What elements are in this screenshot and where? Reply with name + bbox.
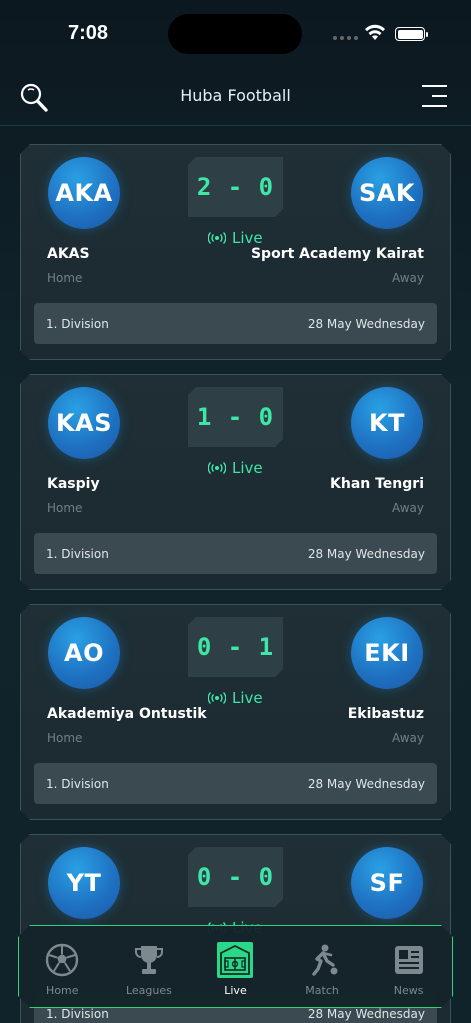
bottom-tab-bar: Home Leagues Live Match News xyxy=(18,925,453,1008)
match-date: 28 May Wednesday xyxy=(307,1006,425,1021)
home-team-name: Kaspiy xyxy=(47,476,100,492)
match-card[interactable]: AKA 2 - 0 SAK Live AKAS Sport Academy Ka… xyxy=(20,144,451,360)
match-card[interactable]: KAS 1 - 0 KT Live Kaspiy Khan Tengri Hom… xyxy=(20,374,451,590)
away-team-badge: SF xyxy=(351,847,423,919)
match-card[interactable]: AO 0 - 1 EKI Live Akademiya Ontustik Eki… xyxy=(20,604,451,820)
home-team-badge: AKA xyxy=(48,157,120,229)
soccer-ball-icon xyxy=(44,942,80,978)
home-team-role: Home xyxy=(47,271,83,285)
tab-leagues-label: Leagues xyxy=(125,984,172,997)
match-date: 28 May Wednesday xyxy=(307,316,425,331)
tab-news-label: News xyxy=(393,984,424,997)
away-team-name: Sport Academy Kairat xyxy=(250,246,424,262)
away-team-abbr: SAK xyxy=(359,179,415,207)
home-team-abbr: AKA xyxy=(55,179,113,207)
away-team-abbr: KT xyxy=(369,409,405,437)
menu-icon[interactable] xyxy=(418,82,448,110)
tab-live-label: Live xyxy=(224,984,247,997)
away-team-badge: SAK xyxy=(351,157,423,229)
division-label: 1. Division xyxy=(46,316,109,331)
live-broadcast-icon xyxy=(208,692,226,704)
tab-live[interactable]: Live xyxy=(195,942,275,997)
live-label: Live xyxy=(232,459,263,477)
player-kick-icon xyxy=(304,942,340,978)
tab-match-label: Match xyxy=(305,984,339,997)
trophy-icon xyxy=(131,942,167,978)
home-team-badge: YT xyxy=(48,847,120,919)
tab-match[interactable]: Match xyxy=(282,942,362,997)
home-team-name: Akademiya Ontustik xyxy=(47,706,207,722)
away-team-name: Khan Tengri xyxy=(330,476,424,492)
status-time: 7:08 xyxy=(68,22,109,44)
away-team-badge: KT xyxy=(351,387,423,459)
dynamic-island xyxy=(168,14,302,54)
tab-home-label: Home xyxy=(46,984,79,997)
away-team-role: Away xyxy=(392,271,424,285)
live-label: Live xyxy=(232,229,263,247)
tab-leagues[interactable]: Leagues xyxy=(109,942,189,997)
app-title: Huba Football xyxy=(180,86,291,105)
wifi-icon xyxy=(365,24,385,40)
home-team-badge: AO xyxy=(48,617,120,689)
home-team-name: AKAS xyxy=(47,246,90,262)
match-info-strip: 1. Division 28 May Wednesday xyxy=(34,303,437,344)
score-box: 1 - 0 xyxy=(188,387,283,447)
live-broadcast-icon xyxy=(208,232,226,244)
match-date: 28 May Wednesday xyxy=(307,776,425,791)
live-broadcast-icon xyxy=(208,462,226,474)
tab-home[interactable]: Home xyxy=(22,942,102,997)
score-box: 0 - 0 xyxy=(188,847,283,907)
away-team-badge: EKI xyxy=(351,617,423,689)
score-box: 2 - 0 xyxy=(188,157,283,217)
away-team-abbr: SF xyxy=(369,869,405,897)
app-header: Huba Football xyxy=(0,70,471,126)
home-team-badge: KAS xyxy=(48,387,120,459)
pitch-icon xyxy=(217,942,253,978)
home-team-role: Home xyxy=(47,501,83,515)
match-score: 0 - 0 xyxy=(196,863,275,891)
battery-icon xyxy=(395,27,428,41)
match-info-strip: 1. Division 28 May Wednesday xyxy=(34,533,437,574)
division-label: 1. Division xyxy=(46,1006,109,1021)
away-team-role: Away xyxy=(392,731,424,745)
away-team-name: Ekibastuz xyxy=(347,706,424,722)
live-indicator: Live xyxy=(208,689,263,707)
score-box: 0 - 1 xyxy=(188,617,283,677)
live-indicator: Live xyxy=(208,459,263,477)
home-team-abbr: KAS xyxy=(56,409,112,437)
match-info-strip: 1. Division 28 May Wednesday xyxy=(34,763,437,804)
division-label: 1. Division xyxy=(46,776,109,791)
status-bar: 7:08 xyxy=(0,0,471,70)
home-team-abbr: AO xyxy=(64,639,104,667)
tab-news[interactable]: News xyxy=(369,942,449,997)
away-team-abbr: EKI xyxy=(364,639,410,667)
live-indicator: Live xyxy=(208,229,263,247)
cellular-signal-icon xyxy=(333,36,358,40)
match-date: 28 May Wednesday xyxy=(307,546,425,561)
match-score: 0 - 1 xyxy=(196,633,275,661)
newspaper-icon xyxy=(391,942,427,978)
home-team-abbr: YT xyxy=(66,869,102,897)
match-score: 1 - 0 xyxy=(196,403,275,431)
home-team-role: Home xyxy=(47,731,83,745)
away-team-role: Away xyxy=(392,501,424,515)
division-label: 1. Division xyxy=(46,546,109,561)
live-label: Live xyxy=(232,689,263,707)
match-list: AKA 2 - 0 SAK Live AKAS Sport Academy Ka… xyxy=(20,144,451,1023)
match-score: 2 - 0 xyxy=(196,173,275,201)
